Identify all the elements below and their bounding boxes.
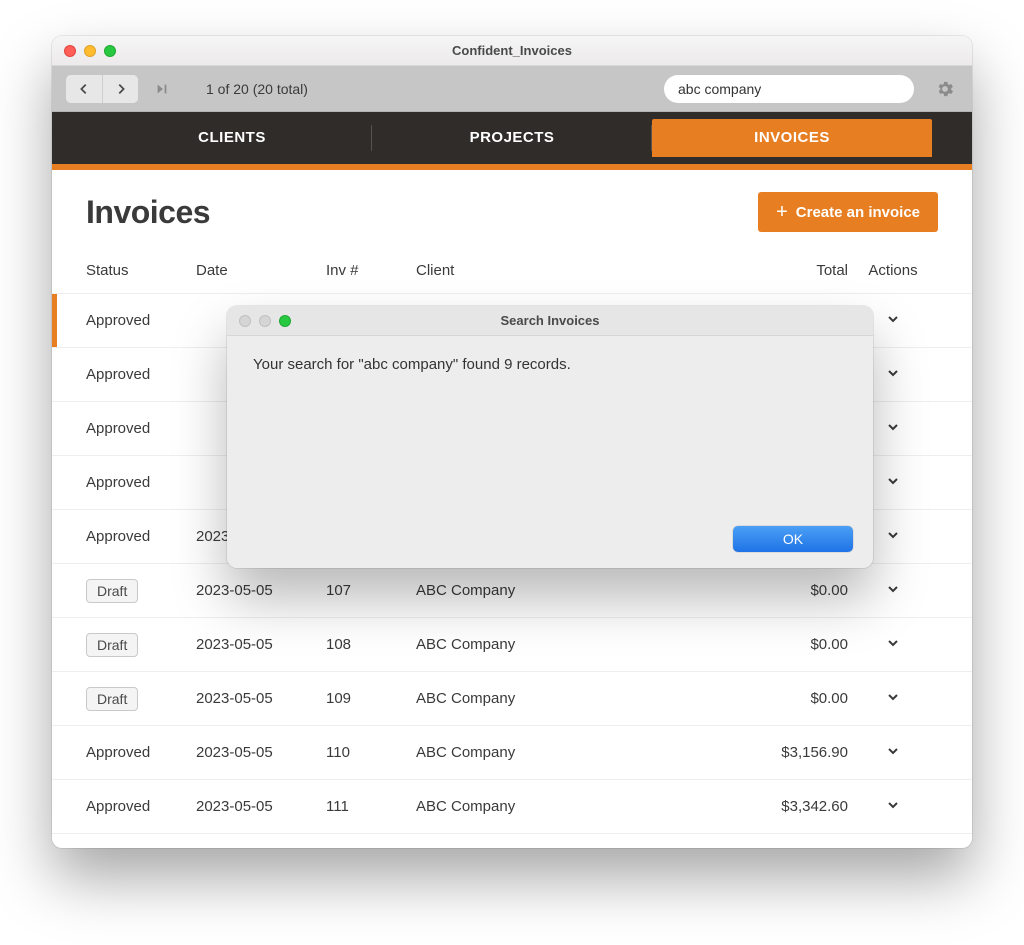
chevron-down-icon bbox=[885, 365, 901, 381]
cell-date: 2023-05-05 bbox=[196, 636, 326, 653]
table-row[interactable]: Approved2023-05-05111ABC Company$3,342.6… bbox=[52, 780, 972, 834]
row-actions-button[interactable] bbox=[848, 797, 938, 817]
cell-status: Draft bbox=[86, 579, 196, 603]
cell-total: $3,156.90 bbox=[708, 744, 848, 761]
cell-date: 2023-05-05 bbox=[196, 798, 326, 815]
record-counter: 1 of 20 (20 total) bbox=[206, 81, 308, 97]
search-input[interactable] bbox=[664, 75, 914, 103]
page-header: Invoices + Create an invoice bbox=[52, 170, 972, 244]
status-badge-draft: Draft bbox=[86, 579, 138, 603]
gear-icon bbox=[935, 79, 955, 99]
col-client: Client bbox=[416, 262, 708, 279]
app-window: Confident_Invoices 1 of 20 (20 total) CL… bbox=[52, 36, 972, 848]
main-tabs: CLIENTS PROJECTS INVOICES bbox=[52, 112, 972, 170]
ok-button[interactable]: OK bbox=[733, 526, 853, 552]
window-controls bbox=[52, 45, 116, 57]
cell-status: Draft bbox=[86, 633, 196, 657]
chevron-down-icon bbox=[885, 473, 901, 489]
cell-total: $0.00 bbox=[708, 582, 848, 599]
cell-client: ABC Company bbox=[416, 636, 708, 653]
chevron-left-icon bbox=[77, 82, 91, 96]
row-actions-button[interactable] bbox=[848, 635, 938, 655]
cell-invoice: 111 bbox=[326, 798, 416, 815]
chevron-down-icon bbox=[885, 581, 901, 597]
chevron-down-icon bbox=[885, 797, 901, 813]
cell-invoice: 110 bbox=[326, 744, 416, 761]
cell-status: Approved bbox=[86, 744, 196, 761]
col-actions: Actions bbox=[848, 262, 938, 279]
cell-invoice: 107 bbox=[326, 582, 416, 599]
search-dialog: Search Invoices Your search for "abc com… bbox=[227, 306, 873, 568]
dialog-close-icon[interactable] bbox=[239, 315, 251, 327]
cell-status: Approved bbox=[86, 474, 196, 491]
cell-invoice: 109 bbox=[326, 690, 416, 707]
chevron-down-icon bbox=[885, 743, 901, 759]
chevron-down-icon bbox=[885, 527, 901, 543]
dialog-minimize-icon[interactable] bbox=[259, 315, 271, 327]
chevron-right-icon bbox=[114, 82, 128, 96]
tab-invoices[interactable]: INVOICES bbox=[652, 119, 932, 157]
cell-client: ABC Company bbox=[416, 744, 708, 761]
table-header: Status Date Inv # Client Total Actions bbox=[52, 244, 972, 294]
col-date: Date bbox=[196, 262, 326, 279]
cell-date: 2023-05-05 bbox=[196, 582, 326, 599]
cell-status: Approved bbox=[86, 312, 196, 329]
table-row[interactable]: Approved2023-05-05110ABC Company$3,156.9… bbox=[52, 726, 972, 780]
cell-client: ABC Company bbox=[416, 690, 708, 707]
skip-end-icon bbox=[155, 82, 169, 96]
dialog-zoom-icon[interactable] bbox=[279, 315, 291, 327]
toolbar: 1 of 20 (20 total) bbox=[52, 66, 972, 112]
dialog-title: Search Invoices bbox=[227, 313, 873, 328]
table-row[interactable]: Draft 2023-05-05109ABC Company$0.00 bbox=[52, 672, 972, 726]
cell-status: Approved bbox=[86, 528, 196, 545]
plus-icon: + bbox=[776, 202, 788, 222]
chevron-down-icon bbox=[885, 311, 901, 327]
window-title: Confident_Invoices bbox=[52, 43, 972, 58]
chevron-down-icon bbox=[885, 689, 901, 705]
cell-total: $0.00 bbox=[708, 690, 848, 707]
close-icon[interactable] bbox=[64, 45, 76, 57]
col-invoice: Inv # bbox=[326, 262, 416, 279]
status-badge-draft: Draft bbox=[86, 687, 138, 711]
nav-group bbox=[66, 75, 138, 103]
chevron-down-icon bbox=[885, 635, 901, 651]
cell-total: $0.00 bbox=[708, 636, 848, 653]
minimize-icon[interactable] bbox=[84, 45, 96, 57]
cell-status: Approved bbox=[86, 798, 196, 815]
settings-button[interactable] bbox=[932, 76, 958, 102]
cell-status: Approved bbox=[86, 366, 196, 383]
page-title: Invoices bbox=[86, 194, 210, 231]
cell-status: Approved bbox=[86, 420, 196, 437]
zoom-icon[interactable] bbox=[104, 45, 116, 57]
col-total: Total bbox=[708, 262, 848, 279]
tab-clients[interactable]: CLIENTS bbox=[92, 119, 372, 157]
table-row[interactable]: Draft 2023-05-05108ABC Company$0.00 bbox=[52, 618, 972, 672]
row-actions-button[interactable] bbox=[848, 581, 938, 601]
tab-projects[interactable]: PROJECTS bbox=[372, 119, 652, 157]
cell-status: Draft bbox=[86, 687, 196, 711]
back-button[interactable] bbox=[66, 75, 102, 103]
chevron-down-icon bbox=[885, 419, 901, 435]
col-status: Status bbox=[86, 262, 196, 279]
cell-total: $3,342.60 bbox=[708, 798, 848, 815]
titlebar: Confident_Invoices bbox=[52, 36, 972, 66]
forward-button[interactable] bbox=[102, 75, 138, 103]
create-invoice-button[interactable]: + Create an invoice bbox=[758, 192, 938, 232]
dialog-titlebar: Search Invoices bbox=[227, 306, 873, 336]
cell-client: ABC Company bbox=[416, 582, 708, 599]
cell-date: 2023-05-05 bbox=[196, 690, 326, 707]
row-actions-button[interactable] bbox=[848, 689, 938, 709]
cell-invoice: 108 bbox=[326, 636, 416, 653]
jump-last-button[interactable] bbox=[150, 75, 174, 103]
create-invoice-label: Create an invoice bbox=[796, 204, 920, 221]
cell-client: ABC Company bbox=[416, 798, 708, 815]
cell-date: 2023-05-05 bbox=[196, 744, 326, 761]
status-badge-draft: Draft bbox=[86, 633, 138, 657]
table-row[interactable]: Draft 2023-05-05107ABC Company$0.00 bbox=[52, 564, 972, 618]
dialog-window-controls bbox=[227, 315, 291, 327]
row-actions-button[interactable] bbox=[848, 743, 938, 763]
dialog-message: Your search for "abc company" found 9 re… bbox=[227, 336, 873, 393]
